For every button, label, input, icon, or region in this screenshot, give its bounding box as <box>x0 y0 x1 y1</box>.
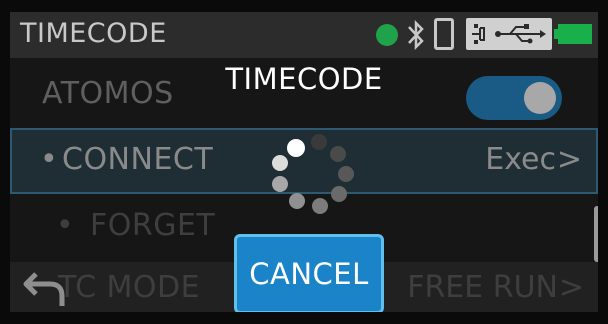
bluetooth-icon <box>408 19 424 51</box>
connect-label: CONNECT <box>62 142 214 177</box>
scrollbar[interactable] <box>594 206 598 262</box>
bullet-icon: • <box>40 142 58 177</box>
battery-icon <box>558 24 592 44</box>
header-title: TIMECODE <box>20 18 167 49</box>
usb-icon <box>466 18 552 50</box>
dialog-title: TIMECODE <box>225 62 383 96</box>
status-dot-icon <box>376 24 398 46</box>
tc-mode-label: TC MODE <box>58 270 201 305</box>
bullet-icon: • <box>56 208 74 243</box>
connect-value: Exec <box>485 142 556 177</box>
chevron-right-icon: > <box>558 270 584 305</box>
loading-spinner-icon <box>272 134 354 214</box>
header-bar: TIMECODE <box>10 12 598 58</box>
tc-mode-value: FREE RUN <box>407 270 558 305</box>
chevron-right-icon: > <box>556 142 582 177</box>
phone-icon <box>434 18 454 50</box>
forget-label: FORGET <box>90 208 216 243</box>
back-arrow-icon[interactable] <box>22 268 70 308</box>
cancel-button[interactable]: CANCEL <box>234 234 384 312</box>
device-screen: TIMECODE ATOMOS • CONNECT Exec > • FORGE… <box>10 12 598 312</box>
